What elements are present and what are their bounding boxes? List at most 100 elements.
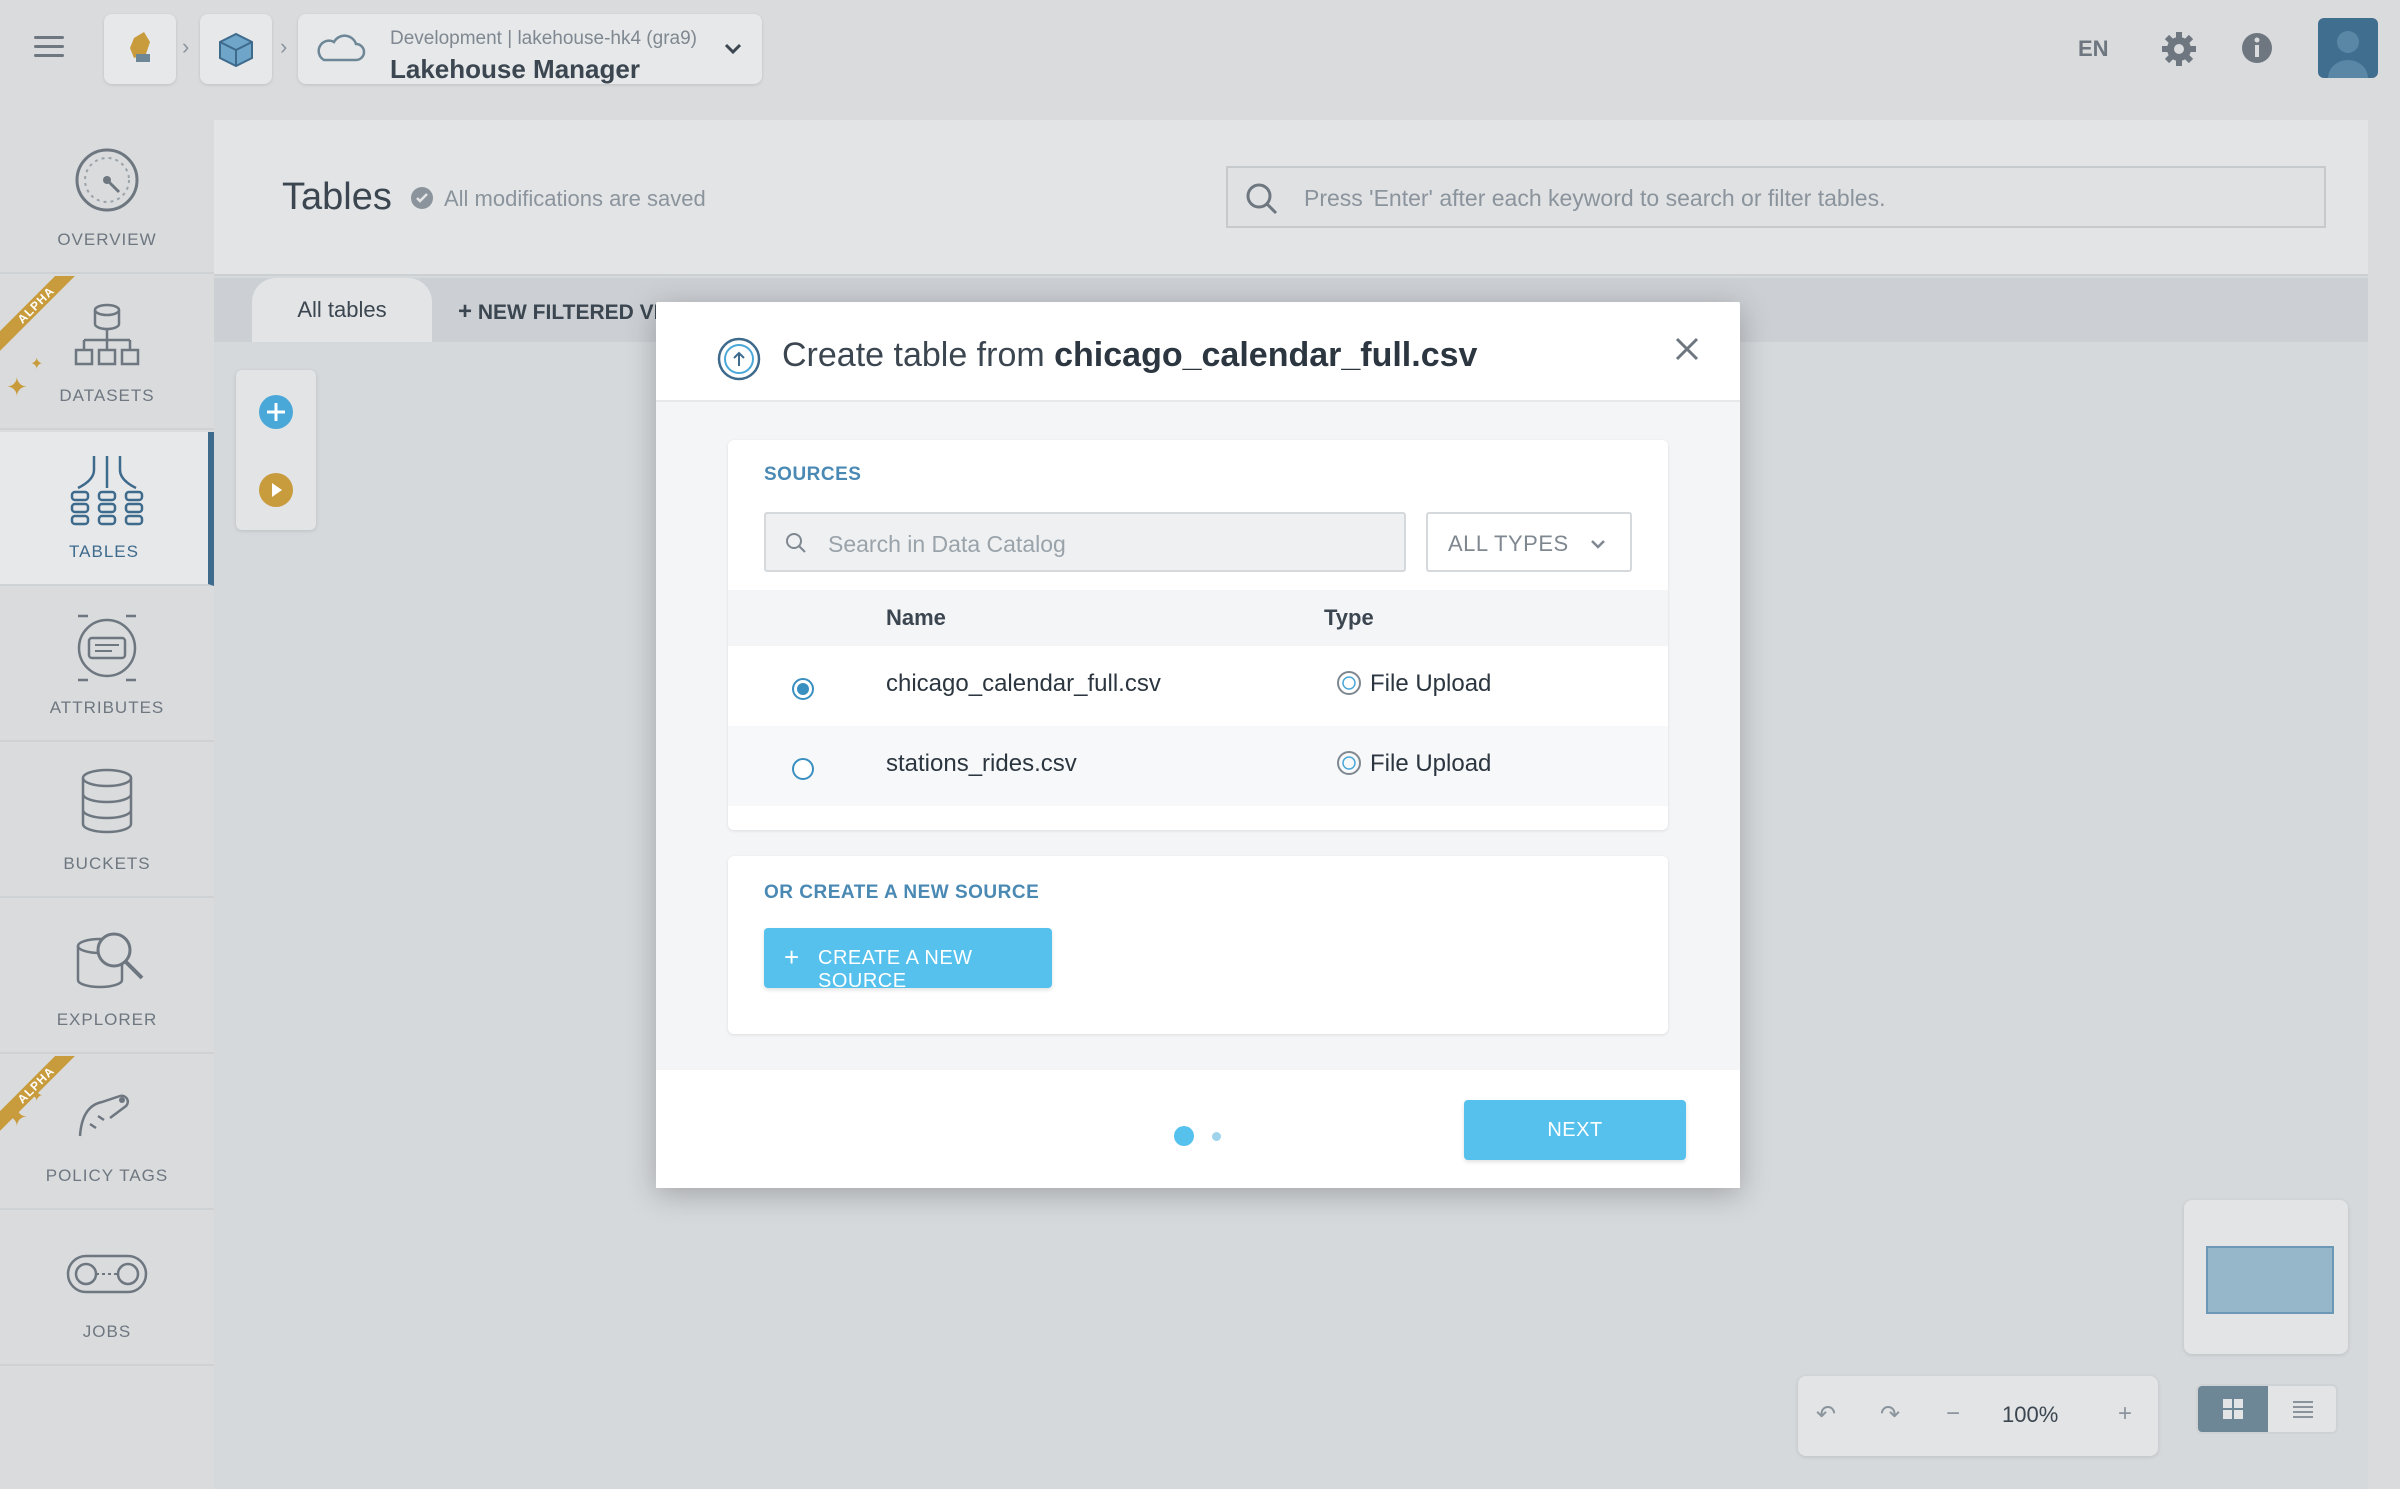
sidebar-item-jobs[interactable]: JOBS [0,1212,214,1366]
list-view-button[interactable] [2268,1386,2338,1432]
table-row[interactable]: chicago_calendar_full.csv File Upload [728,646,1668,726]
dialog-header: Create table from chicago_calendar_full.… [656,302,1740,402]
search-icon [786,533,806,553]
step-indicator-active [1174,1126,1194,1146]
source-name: stations_rides.csv [886,750,1077,777]
sidebar-item-attributes[interactable]: ATTRIBUTES [0,588,214,742]
create-new-source-label: CREATE A NEW SOURCE [818,947,973,992]
sidebar-item-buckets[interactable]: BUCKETS [0,744,214,898]
page-header: Tables All modifications are saved Press… [214,120,2368,276]
page-title: Tables [282,176,392,218]
source-radio[interactable] [792,678,814,700]
chevron-down-icon [724,43,742,55]
plus-icon: + [784,942,800,972]
source-radio[interactable] [792,758,814,780]
jobs-icon [66,1254,148,1294]
column-header-name: Name [886,605,946,630]
grid-icon [2223,1399,2243,1419]
minimap[interactable] [2184,1200,2348,1354]
menu-icon[interactable] [34,36,64,60]
column-header-type: Type [1324,605,1374,630]
data-catalog-search-input[interactable]: Search in Data Catalog [764,512,1406,572]
breadcrumb-separator: › [182,34,190,59]
new-filtered-view-button[interactable]: + NEW FILTERED VI [458,298,678,326]
file-upload-icon [1337,671,1361,695]
sidebar-item-policy-tags[interactable]: ALPHA ✦ ✦ POLICY TAGS [0,1056,214,1210]
database-icon [81,768,133,834]
zoom-level: 100% [2002,1402,2059,1427]
app-name: Lakehouse Manager [390,54,640,84]
project-selector[interactable]: Development | lakehouse-hk4 (gra9) Lakeh… [298,14,762,84]
gear-icon[interactable] [2160,30,2198,68]
sidebar: OVERVIEW ALPHA ✦ ✦ DATASETS TABLES ATTRI… [0,120,214,1366]
file-upload-icon [717,337,761,381]
zoom-controls: ↶ ↷ − 100% + [1798,1376,2158,1456]
redo-icon[interactable]: ↷ [1880,1400,1900,1429]
undo-icon[interactable]: ↶ [1816,1400,1836,1429]
table-header: Name Type [728,590,1668,646]
sidebar-item-label: POLICY TAGS [45,1166,169,1185]
sources-card: SOURCES Search in Data Catalog ALL TYPES… [728,440,1668,830]
tables-icon [70,456,144,526]
sparkle-icon: ✦ [30,1088,44,1105]
search-placeholder: Search in Data Catalog [828,531,1066,557]
explorer-icon [76,932,144,989]
type-filter-value: ALL TYPES [1448,531,1569,556]
search-icon [1246,183,1278,215]
canvas-toolbar [236,370,316,530]
sidebar-item-explorer[interactable]: EXPLORER [0,900,214,1054]
minimap-viewport[interactable] [2206,1246,2334,1314]
sidebar-item-overview[interactable]: OVERVIEW [0,120,214,274]
sidebar-item-label: TABLES [69,542,139,561]
sources-heading: SOURCES [764,464,862,485]
view-toggle [2196,1384,2338,1434]
sidebar-item-label: JOBS [82,1322,132,1341]
close-icon[interactable] [1674,336,1700,362]
home-logo-icon [130,32,150,62]
sidebar-item-label: OVERVIEW [57,230,157,249]
step-indicator [1212,1132,1221,1141]
new-filtered-view-label: NEW FILTERED VI [477,301,660,324]
dialog-footer: NEXT [656,1070,1740,1188]
check-circle-icon [411,187,433,209]
next-button[interactable]: NEXT [1464,1100,1686,1160]
tag-icon [78,1094,129,1137]
dialog-title: Create table from chicago_calendar_full.… [782,336,1477,375]
create-new-source-button[interactable]: + CREATE A NEW SOURCE [764,928,1052,992]
top-bar: › › Development | lakehouse-hk4 (gra9) L… [0,0,2400,96]
dialog-title-file: chicago_calendar_full.csv [1054,336,1478,374]
zoom-out-button[interactable]: − [1946,1400,1960,1428]
breadcrumb-service[interactable] [200,14,272,84]
language-switch[interactable]: EN [2078,36,2109,62]
project-env: Development | lakehouse-hk4 (gra9) [390,28,697,49]
user-icon [2328,31,2368,78]
search-placeholder: Press 'Enter' after each keyword to sear… [1304,185,1886,211]
sidebar-item-label: BUCKETS [63,854,151,873]
create-table-dialog: Create table from chicago_calendar_full.… [656,302,1740,1188]
avatar[interactable] [2318,18,2378,78]
dialog-title-prefix: Create table from [782,336,1055,374]
sidebar-item-datasets[interactable]: ALPHA ✦ ✦ DATASETS [0,276,214,430]
info-icon[interactable] [2240,31,2274,65]
table-search-input[interactable]: Press 'Enter' after each keyword to sear… [1226,166,2326,228]
sidebar-item-label: EXPLORER [56,1010,158,1029]
sidebar-item-tables[interactable]: TABLES [0,432,214,586]
cloud-icon [317,34,366,62]
breadcrumb-home[interactable] [104,14,176,84]
attributes-icon [77,614,137,682]
sparkle-icon: ✦ [30,356,44,373]
diagram-view-button[interactable] [2198,1386,2268,1432]
source-type: File Upload [1370,750,1492,777]
tab-all-tables[interactable]: All tables [252,278,432,342]
type-filter-select[interactable]: ALL TYPES [1426,512,1632,572]
list-icon [2293,1401,2313,1418]
datasets-icon [74,303,140,366]
add-circle-icon[interactable] [256,392,296,432]
table-row[interactable]: stations_rides.csv File Upload [728,726,1668,806]
dialog-body: SOURCES Search in Data Catalog ALL TYPES… [656,402,1740,1070]
zoom-in-button[interactable]: + [2118,1400,2132,1428]
cube-icon [219,32,253,68]
breadcrumb-separator: › [280,34,288,59]
play-circle-icon[interactable] [256,470,296,510]
gauge-icon [75,148,139,212]
